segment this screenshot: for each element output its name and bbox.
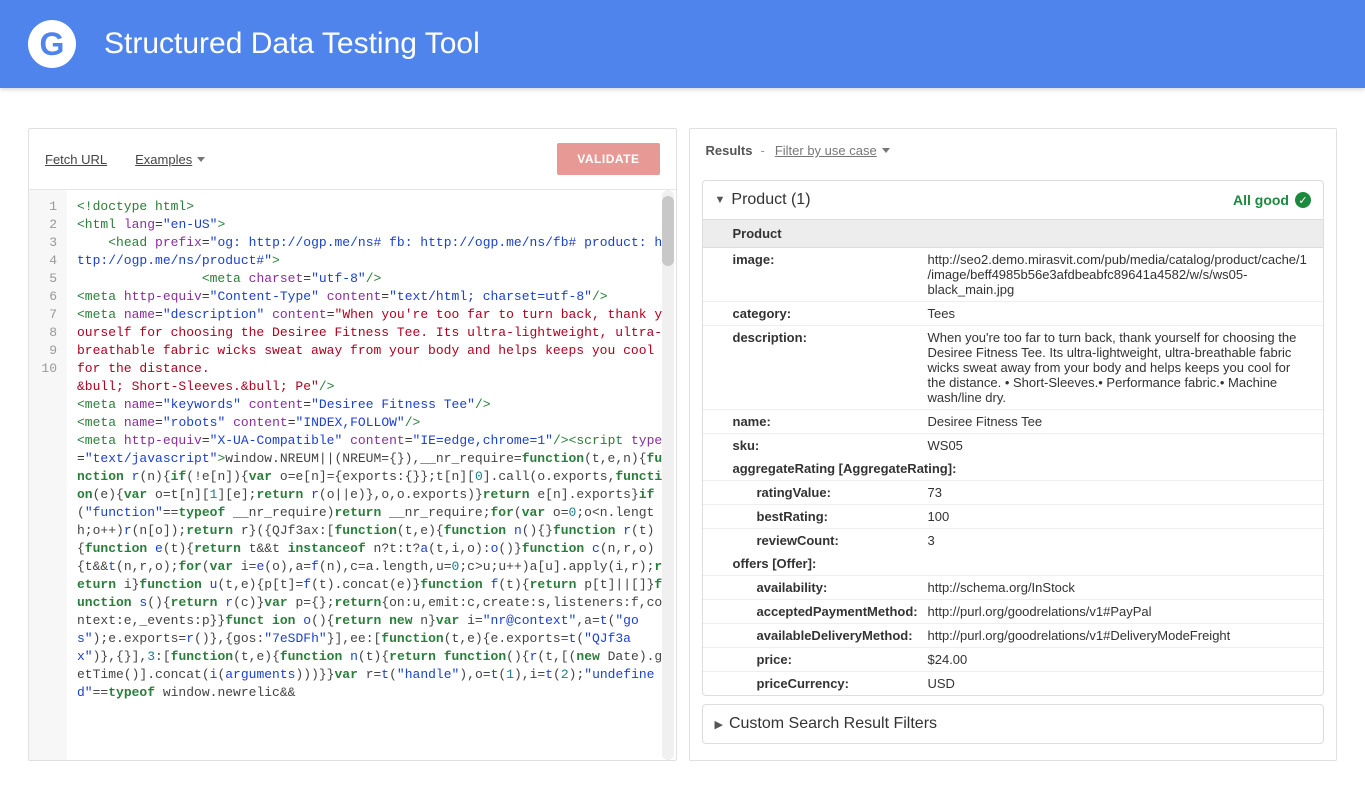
- scrollbar-thumb[interactable]: [662, 196, 674, 266]
- result-row: image:http://seo2.demo.mirasvit.com/pub/…: [703, 248, 1324, 302]
- result-key: availableDeliveryMethod:: [733, 628, 928, 643]
- caret-down-icon: [882, 148, 890, 153]
- aggregate-rating-header: aggregateRating [AggregateRating]:: [703, 457, 1324, 481]
- result-key: name:: [733, 414, 928, 429]
- custom-filters-header[interactable]: ▶ Custom Search Result Filters: [703, 705, 1324, 743]
- result-value: http://schema.org/InStock: [928, 580, 1310, 595]
- right-toolbar: Results - Filter by use case: [690, 129, 1337, 172]
- result-key: image:: [733, 252, 928, 297]
- aggregate-rating-rows: ratingValue:73bestRating:100reviewCount:…: [703, 481, 1324, 552]
- filter-dropdown[interactable]: Filter by use case: [775, 143, 890, 158]
- result-key: sku:: [733, 438, 928, 453]
- result-key: bestRating:: [733, 509, 928, 524]
- result-row: availability:http://schema.org/InStock: [703, 576, 1324, 600]
- result-key: description:: [733, 330, 928, 405]
- result-row: category:Tees: [703, 302, 1324, 326]
- result-row: priceCurrency:USD: [703, 672, 1324, 695]
- result-row: sku:WS05: [703, 434, 1324, 457]
- product-section: ▼ Product (1) All good ✓ Product image:h…: [702, 180, 1325, 696]
- google-g-logo: G: [28, 20, 76, 68]
- offers-rows: availability:http://schema.org/InStockac…: [703, 576, 1324, 695]
- app-title: Structured Data Testing Tool: [104, 27, 480, 61]
- result-value: http://purl.org/goodrelations/v1#PayPal: [928, 604, 1310, 619]
- result-key: ratingValue:: [733, 485, 928, 500]
- result-row: availableDeliveryMethod:http://purl.org/…: [703, 624, 1324, 648]
- right-pane: Results - Filter by use case ▼ Product (…: [689, 128, 1338, 761]
- result-value: http://seo2.demo.mirasvit.com/pub/media/…: [928, 252, 1310, 297]
- code-content[interactable]: <!doctype html> <html lang="en-US"> <hea…: [67, 190, 676, 760]
- fetch-url-link[interactable]: Fetch URL: [45, 152, 107, 167]
- examples-label: Examples: [135, 152, 192, 167]
- result-value: When you're too far to turn back, thank …: [928, 330, 1310, 405]
- main-split: Fetch URL Examples VALIDATE 12345678910 …: [0, 88, 1365, 761]
- examples-dropdown[interactable]: Examples: [135, 152, 205, 167]
- left-toolbar: Fetch URL Examples VALIDATE: [29, 129, 676, 190]
- result-row: acceptedPaymentMethod:http://purl.org/go…: [703, 600, 1324, 624]
- scrollbar-track[interactable]: [662, 190, 674, 760]
- check-icon: ✓: [1295, 192, 1311, 208]
- product-section-title: Product (1): [731, 191, 1233, 209]
- all-good-label: All good: [1233, 192, 1289, 208]
- result-row: name:Desiree Fitness Tee: [703, 410, 1324, 434]
- result-row: bestRating:100: [703, 505, 1324, 529]
- results-label: Results: [706, 143, 753, 158]
- triangle-down-icon: ▼: [715, 194, 726, 206]
- result-key: acceptedPaymentMethod:: [733, 604, 928, 619]
- offers-header: offers [Offer]:: [703, 552, 1324, 576]
- filter-label: Filter by use case: [775, 143, 877, 158]
- dash-separator: -: [760, 143, 764, 158]
- result-key: price:: [733, 652, 928, 667]
- result-key: availability:: [733, 580, 928, 595]
- result-key: category:: [733, 306, 928, 321]
- result-row: description:When you're too far to turn …: [703, 326, 1324, 410]
- result-value: WS05: [928, 438, 1310, 453]
- product-rows: image:http://seo2.demo.mirasvit.com/pub/…: [703, 248, 1324, 457]
- result-row: reviewCount:3: [703, 529, 1324, 552]
- caret-down-icon: [197, 157, 205, 162]
- product-subheader: Product: [703, 219, 1324, 248]
- triangle-right-icon: ▶: [715, 718, 723, 731]
- result-value: Tees: [928, 306, 1310, 321]
- result-value: $24.00: [928, 652, 1310, 667]
- result-value: 73: [928, 485, 1310, 500]
- result-value: Desiree Fitness Tee: [928, 414, 1310, 429]
- validate-button[interactable]: VALIDATE: [557, 143, 659, 175]
- result-value: USD: [928, 676, 1310, 691]
- result-value: 100: [928, 509, 1310, 524]
- custom-filters-section: ▶ Custom Search Result Filters: [702, 704, 1325, 744]
- left-pane: Fetch URL Examples VALIDATE 12345678910 …: [28, 128, 677, 761]
- result-value: 3: [928, 533, 1310, 548]
- result-key: reviewCount:: [733, 533, 928, 548]
- result-value: http://purl.org/goodrelations/v1#Deliver…: [928, 628, 1310, 643]
- custom-filters-title: Custom Search Result Filters: [729, 715, 1311, 733]
- result-key: priceCurrency:: [733, 676, 928, 691]
- code-editor[interactable]: 12345678910 <!doctype html> <html lang="…: [29, 190, 676, 760]
- result-row: price:$24.00: [703, 648, 1324, 672]
- line-gutter: 12345678910: [29, 190, 67, 760]
- product-section-header[interactable]: ▼ Product (1) All good ✓: [703, 181, 1324, 219]
- result-row: ratingValue:73: [703, 481, 1324, 505]
- app-header: G Structured Data Testing Tool: [0, 0, 1365, 88]
